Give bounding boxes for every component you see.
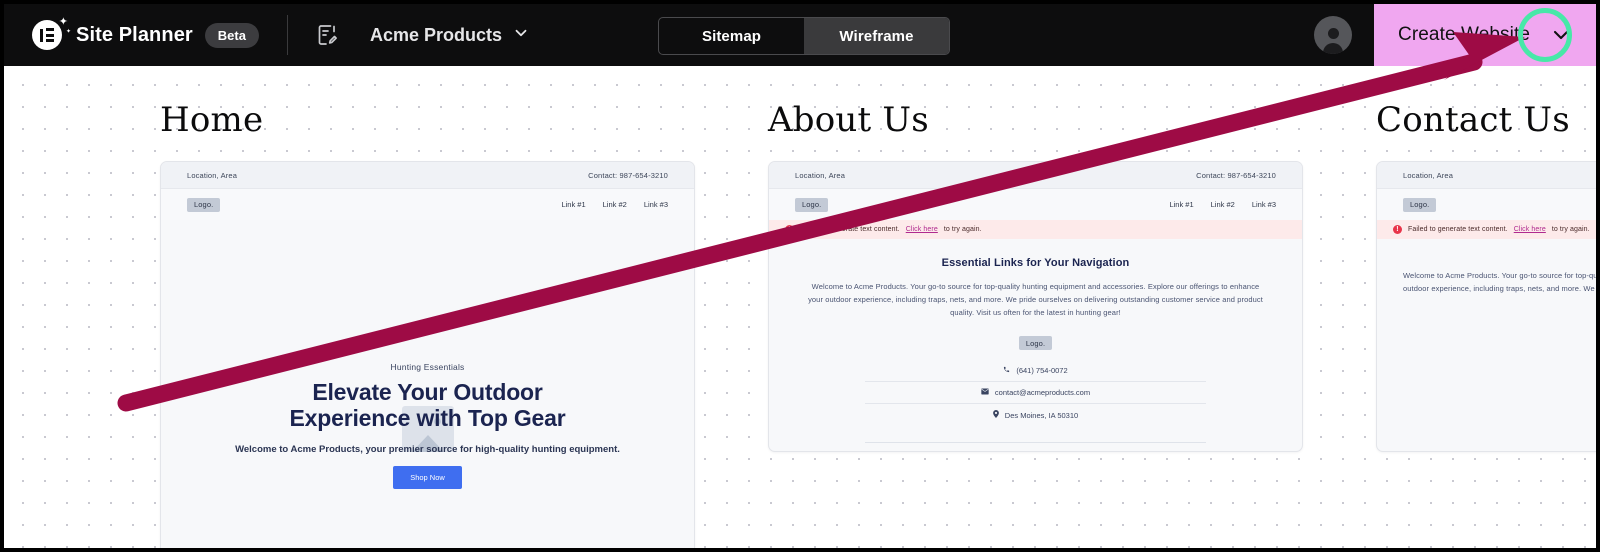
contact-paragraph: Welcome to Acme Products. Your go-to sou… [1403, 271, 1596, 294]
about-paragraph: Welcome to Acme Products. Your go-to sou… [808, 282, 1263, 318]
location-text: Location, Area [795, 170, 846, 180]
wireframe-card-contact[interactable]: Location, Area Contact: 987-654-3210 Log… [1376, 161, 1596, 452]
user-avatar-icon[interactable] [1314, 16, 1352, 54]
wireframe-utility-bar: Location, Area Contact: 987-654-3210 [161, 162, 694, 189]
phone-icon [1003, 366, 1010, 375]
error-banner: ! Failed to generate text content. Click… [1377, 220, 1596, 239]
hero-heading-line2: Experience with Top Gear [289, 404, 566, 431]
site-selector-label: Acme Products [369, 24, 503, 45]
chevron-down-icon [512, 24, 530, 47]
about-contact-list: (641) 754-0072 contact@acmeproducts.com [799, 360, 1272, 426]
site-planner-window: ✦ ✦ Site Planner Beta Acme Products Site… [0, 0, 1600, 552]
error-retry-link[interactable]: Click here [906, 226, 938, 233]
nav-link-1[interactable]: Link #1 [1169, 200, 1193, 209]
error-message-suffix: to try again. [1551, 226, 1590, 233]
create-website-button[interactable]: Create Website [1374, 4, 1596, 66]
shop-now-button[interactable]: Shop Now [393, 465, 462, 489]
error-circle-icon: ! [1393, 225, 1402, 234]
beta-badge: Beta [204, 22, 259, 48]
error-message: Failed to generate text content. [1408, 226, 1508, 233]
wireframe-nav-links: Link #1 Link #2 Link #3 [561, 200, 668, 209]
tab-sitemap[interactable]: Sitemap [659, 18, 804, 54]
sparkle-small-icon: ✦ [65, 29, 71, 35]
wireframe-card-home[interactable]: Location, Area Contact: 987-654-3210 Log… [160, 161, 695, 548]
document-edit-icon[interactable] [310, 18, 344, 52]
about-logo-wrap: Logo. [799, 336, 1272, 351]
wireframe-canvas[interactable]: Home Location, Area Contact: 987-654-321… [4, 66, 1596, 548]
about-heading: Essential Links for Your Navigation [941, 257, 1130, 269]
contact-body: Welcome to Acme Products. Your go-to sou… [1377, 239, 1596, 295]
topbar-divider [286, 15, 288, 55]
nav-link-3[interactable]: Link #3 [1252, 200, 1276, 209]
hero-heading: Elevate Your Outdoor Experience with Top… [289, 379, 566, 432]
app-title: Site Planner [76, 23, 193, 46]
page-title-contact: Contact Us [1376, 100, 1570, 140]
topbar-right-group: Create Website [1314, 4, 1596, 66]
wireframe-utility-bar: Location, Area Contact: 987-654-3210 [769, 162, 1302, 189]
nav-link-2[interactable]: Link #2 [603, 200, 627, 209]
error-message-suffix: to try again. [943, 226, 982, 233]
contact-row-phone: (641) 754-0072 [865, 360, 1206, 383]
elementor-logo-icon: ✦ ✦ [32, 17, 71, 50]
contact-address-text: Des Moines, IA 50310 [1004, 410, 1079, 420]
about-logo: Logo. [1018, 336, 1053, 351]
page-column-about: About Us Location, Area Contact: 987-654… [768, 100, 1303, 452]
site-selector[interactable]: Acme Products [370, 24, 530, 47]
chevron-down-icon[interactable] [1548, 22, 1574, 48]
error-banner: ! Failed to generate text content. Click… [769, 220, 1302, 239]
nav-link-2[interactable]: Link #2 [1211, 200, 1235, 209]
contact-phone-text: (641) 754-0072 [1016, 366, 1068, 376]
tab-wireframe[interactable]: Wireframe [804, 18, 949, 54]
wireframe-logo: Logo. [187, 197, 221, 212]
wireframe-logo: Logo. [795, 197, 829, 212]
contact-email-text[interactable]: contact@acmeproducts.com [995, 388, 1090, 397]
nav-link-3[interactable]: Link #3 [644, 200, 668, 209]
hero-section: Hunting Essentials Elevate Your Outdoor … [161, 220, 694, 548]
mail-icon [981, 388, 989, 397]
page-title-home: Home [160, 100, 264, 140]
view-mode-toggle[interactable]: Sitemap Wireframe [658, 17, 950, 55]
contact-row-email: contact@acmeproducts.com [865, 382, 1206, 405]
map-pin-icon [992, 410, 999, 420]
wireframe-card-about[interactable]: Location, Area Contact: 987-654-3210 Log… [768, 161, 1303, 452]
topbar-left-group: ✦ ✦ Site Planner Beta Acme Products [4, 4, 530, 66]
wireframe-nav-links: Link #1 Link #2 Link #3 [1169, 200, 1276, 209]
location-text: Location, Area [187, 170, 238, 180]
page-column-home: Home Location, Area Contact: 987-654-321… [160, 100, 695, 548]
contact-row-address: Des Moines, IA 50310 [865, 404, 1206, 426]
error-message: Failed to generate text content. [800, 226, 900, 233]
hero-subtitle: Welcome to Acme Products, your premier s… [235, 443, 620, 455]
nav-link-1[interactable]: Link #1 [561, 200, 585, 209]
contact-text: Contact: 987-654-3210 [1196, 170, 1276, 180]
location-text: Location, Area [1403, 170, 1454, 180]
wireframe-logo: Logo. [1403, 197, 1437, 212]
hero-heading-line1: Elevate Your Outdoor [312, 379, 543, 405]
app-topbar: ✦ ✦ Site Planner Beta Acme Products Site… [4, 4, 1596, 66]
create-website-label: Create Website [1398, 24, 1530, 45]
wireframe-nav: Logo. Link #1 Link #2 Link #3 [1377, 189, 1596, 220]
error-retry-link[interactable]: Click here [1514, 226, 1546, 233]
wireframe-nav: Logo. Link #1 Link #2 Link #3 [161, 189, 694, 220]
wireframe-utility-bar: Location, Area Contact: 987-654-3210 [1377, 162, 1596, 189]
page-title-about: About Us [768, 100, 929, 140]
about-body: Essential Links for Your Navigation Welc… [769, 239, 1302, 451]
wireframe-nav: Logo. Link #1 Link #2 Link #3 [769, 189, 1302, 220]
sparkle-icon: ✦ [58, 16, 68, 28]
hero-eyebrow: Hunting Essentials [390, 362, 465, 372]
page-column-contact: Contact Us Location, Area Contact: 987-6… [1376, 100, 1596, 452]
contact-text: Contact: 987-654-3210 [588, 170, 668, 180]
about-divider [865, 442, 1206, 444]
error-circle-icon: ! [785, 225, 794, 234]
